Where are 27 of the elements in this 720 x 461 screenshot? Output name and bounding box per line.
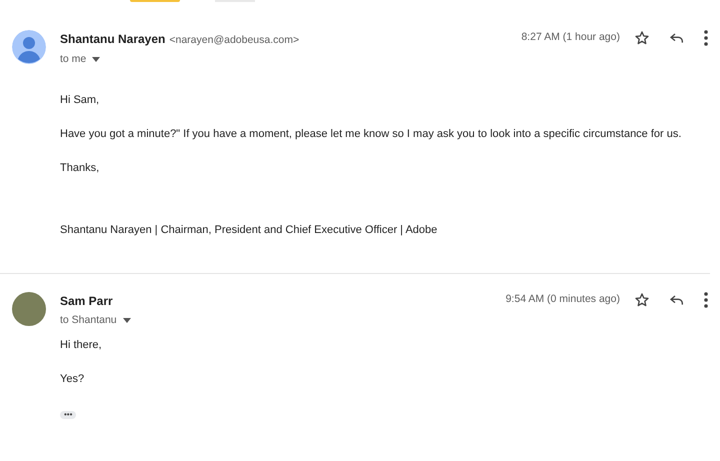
- star-button[interactable]: [634, 292, 650, 308]
- email-paragraph: Thanks,: [60, 160, 100, 174]
- avatar-photo-placeholder: [12, 292, 46, 326]
- email-paragraph: Yes?: [60, 372, 86, 386]
- recipient-dropdown[interactable]: [92, 57, 100, 62]
- show-trimmed-content-button[interactable]: •••: [60, 411, 76, 420]
- more-vertical-icon: [704, 292, 708, 308]
- star-button[interactable]: [634, 30, 650, 46]
- avatar-icon: [12, 30, 46, 64]
- email-signature: Shantanu Narayen | Chairman, President and Chief Executive Officer | Adobe: [60, 222, 438, 236]
- toolbar-button-edge: [130, 0, 180, 2]
- timestamp: 8:27 AM (1 hour ago): [521, 30, 620, 45]
- recipient-label: to Shantanu: [60, 312, 117, 328]
- sender-name: Sam Parr: [60, 292, 113, 310]
- email-paragraph: Have you got a minute?" If you have a moment, please let me know so I may ask you to look into a specific circumstance for us.: [60, 126, 682, 140]
- sender-email: <narayen@adobeusa.com>: [169, 33, 300, 48]
- caret-icon: [92, 57, 100, 62]
- recipient-label: to me: [60, 52, 86, 67]
- caret-icon: [122, 318, 131, 323]
- more-options-button[interactable]: [704, 292, 708, 308]
- more-options-button[interactable]: [704, 30, 708, 46]
- more-vertical-icon: [704, 30, 708, 46]
- timestamp: 9:54 AM (0 minutes ago): [506, 292, 620, 306]
- sender-name: Shantanu Narayen: [60, 31, 166, 48]
- recipient-dropdown[interactable]: [122, 318, 131, 323]
- email-paragraph: Hi Sam,: [60, 92, 100, 106]
- email-paragraph: Hi there,: [60, 338, 103, 352]
